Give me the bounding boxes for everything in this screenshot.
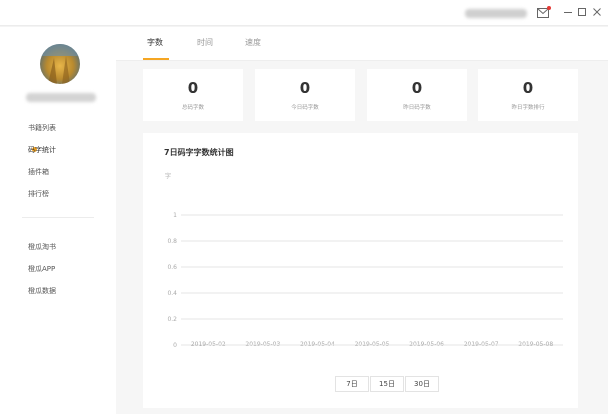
- chart-y-tick-label: 1: [173, 212, 177, 219]
- stat-value: 0: [522, 79, 534, 97]
- tab-bar: 字数 时间 速度: [116, 27, 608, 61]
- stat-label: 今日码字数: [291, 105, 319, 111]
- title-bar: [0, 0, 608, 26]
- stat-card-today: 0 今日码字数: [255, 69, 355, 121]
- main-content: 字数 时间 速度 0 总码字数 0 今日码字数 0 昨日码字数 0 昨日字数排行…: [116, 27, 608, 414]
- sidebar-item-word-stats[interactable]: 码字统计: [28, 143, 56, 157]
- close-icon[interactable]: [591, 6, 603, 18]
- tab-word-count[interactable]: 字数: [147, 37, 163, 49]
- tab-time[interactable]: 时间: [197, 37, 213, 49]
- user-account-name[interactable]: [465, 9, 527, 18]
- stat-card-rank: 0 昨日字数排行: [478, 69, 578, 121]
- stat-card-yesterday: 0 昨日码字数: [367, 69, 467, 121]
- stat-label: 总码字数: [181, 105, 204, 111]
- chart-plot: 00.20.40.60.812019-05-02 2019-05-03 2019-0…: [167, 212, 563, 349]
- chart-y-tick-label: 0.8: [167, 238, 177, 245]
- range-15d-button[interactable]: 15日: [370, 376, 404, 392]
- sidebar-item-plugins[interactable]: 插件箱: [28, 165, 49, 179]
- sidebar-item-book-list[interactable]: 书籍列表: [28, 121, 56, 135]
- sidebar-item-book-shop[interactable]: 橙瓜淘书: [28, 240, 56, 254]
- minimize-icon[interactable]: [562, 6, 574, 18]
- sidebar: 书籍列表 码字统计 插件箱 排行榜 橙瓜淘书 橙瓜APP 橙瓜数据: [0, 27, 116, 414]
- notification-dot: [547, 6, 551, 10]
- avatar[interactable]: [40, 44, 80, 84]
- stat-value: 0: [411, 79, 423, 97]
- user-name: [26, 93, 96, 102]
- stat-label: 昨日码字数: [403, 105, 431, 111]
- stat-value: 0: [299, 79, 311, 97]
- range-30d-button[interactable]: 30日: [405, 376, 439, 392]
- sidebar-item-data[interactable]: 橙瓜数据: [28, 284, 56, 298]
- chart-y-tick-label: 0.4: [167, 290, 177, 297]
- sidebar-divider: [22, 217, 94, 218]
- chart-y-tick-label: 0: [173, 342, 177, 349]
- tab-underline: [143, 58, 169, 60]
- stat-card-total: 0 总码字数: [143, 69, 243, 121]
- sidebar-item-rankings[interactable]: 排行榜: [28, 187, 49, 201]
- sidebar-item-app[interactable]: 橙瓜APP: [28, 262, 55, 276]
- stat-value: 0: [187, 79, 199, 97]
- chart-y-tick-label: 0.2: [167, 316, 177, 323]
- chart-y-tick-label: 0.6: [167, 264, 177, 271]
- stat-label: 昨日字数排行: [511, 105, 545, 111]
- tab-speed[interactable]: 速度: [245, 37, 261, 49]
- maximize-icon[interactable]: [576, 6, 588, 18]
- range-7d-button[interactable]: 7日: [335, 376, 369, 392]
- chart-card: 7日码字字数统计图 字 0 0.2 0.4 0.6 0.8 1 2019-05-02 2019…: [143, 133, 578, 408]
